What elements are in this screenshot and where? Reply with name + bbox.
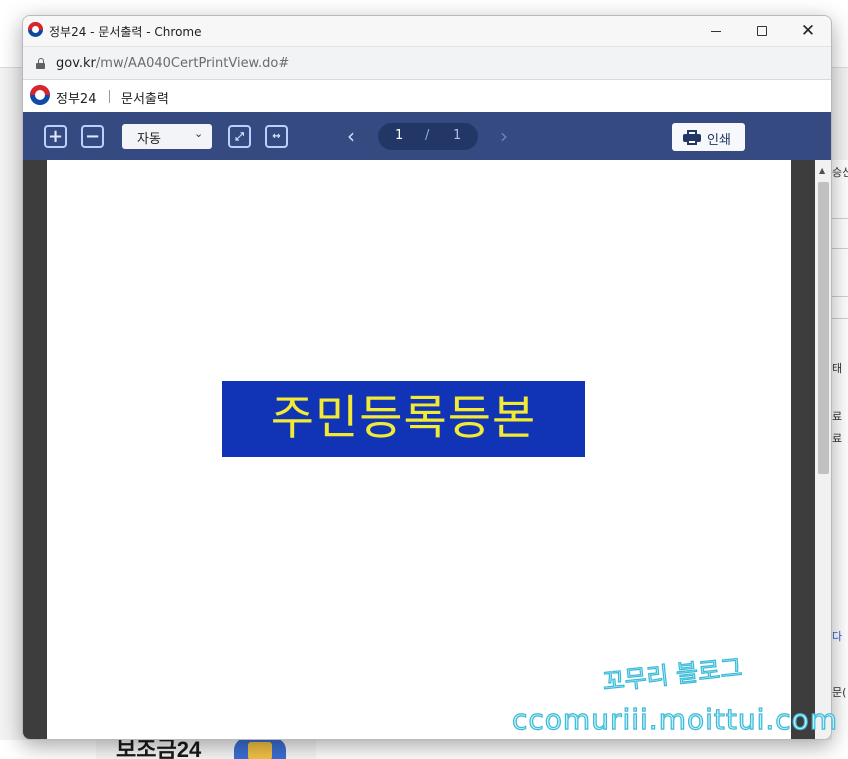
background-logo-icon xyxy=(234,738,286,759)
document-title: 주민등록등본 xyxy=(222,381,585,457)
expand-icon: ⤢ xyxy=(235,129,244,143)
minus-icon: − xyxy=(84,126,101,147)
print-label: 인쇄 xyxy=(707,133,731,148)
document-page: 주민등록등본 xyxy=(47,160,791,739)
background-text-fragment: 승신 xyxy=(832,166,848,179)
fit-width-button[interactable]: ↔ xyxy=(265,125,288,148)
page-separator: / xyxy=(425,128,430,143)
site-header: 정부24 문서출력 xyxy=(23,80,831,112)
zoom-select[interactable]: 자동 ⌄ xyxy=(122,124,212,149)
next-page-button[interactable]: › xyxy=(494,124,514,148)
document-viewport[interactable]: 주민등록등본 xyxy=(23,160,815,739)
chevron-right-icon: › xyxy=(500,124,508,148)
close-button[interactable]: ✕ xyxy=(785,16,831,46)
scroll-up-arrow-icon[interactable]: ▲ xyxy=(819,166,825,175)
print-button[interactable]: 인쇄 xyxy=(672,123,745,151)
total-pages: 1 xyxy=(453,128,462,143)
printer-icon xyxy=(683,130,701,145)
background-text-fragment: 료 xyxy=(832,410,843,423)
url-host: gov.kr xyxy=(56,56,96,71)
maximize-button[interactable] xyxy=(739,16,785,46)
background-right-edge: 승신 태 료 료 다 문( xyxy=(832,160,848,759)
background-divider xyxy=(832,318,848,319)
background-text-fragment: 문( xyxy=(832,686,847,699)
maximize-icon xyxy=(757,26,767,36)
lock-icon[interactable] xyxy=(36,58,45,69)
plus-icon: + xyxy=(47,126,64,147)
background-divider xyxy=(832,218,848,219)
address-bar[interactable]: gov.kr/mw/AA040CertPrintView.do# xyxy=(23,46,831,80)
chevron-down-icon: ⌄ xyxy=(194,127,204,140)
minimize-button[interactable] xyxy=(693,16,739,46)
zoom-out-button[interactable]: − xyxy=(81,125,104,148)
site-brand: 정부24 xyxy=(56,92,97,107)
pdf-toolbar: + − 자동 ⌄ ⤢ ↔ ‹ 1 / 1 › 인쇄 xyxy=(23,112,831,160)
current-page-input[interactable]: 1 xyxy=(395,128,403,143)
fit-page-button[interactable]: ⤢ xyxy=(228,125,251,148)
scrollbar-thumb[interactable] xyxy=(818,182,829,474)
background-text-fragment: 태 xyxy=(832,362,843,375)
chevron-left-icon: ‹ xyxy=(347,124,355,148)
window-title: 정부24 - 문서출력 - Chrome xyxy=(49,25,202,39)
page-indicator: 1 / 1 xyxy=(378,123,478,150)
zoom-in-button[interactable]: + xyxy=(44,125,67,148)
background-text-fragment: 료 xyxy=(832,432,843,445)
url-text[interactable]: gov.kr/mw/AA040CertPrintView.do# xyxy=(56,56,289,71)
url-path: /mw/AA040CertPrintView.do# xyxy=(95,56,290,71)
zoom-value: 자동 xyxy=(137,132,161,147)
minimize-icon xyxy=(711,30,721,32)
favicon-icon xyxy=(28,22,43,37)
header-divider xyxy=(109,90,110,103)
previous-page-button[interactable]: ‹ xyxy=(341,124,361,148)
vertical-scrollbar[interactable]: ▲ xyxy=(815,160,831,739)
window-titlebar[interactable]: 정부24 - 문서출력 - Chrome ✕ xyxy=(23,16,831,46)
page-title: 문서출력 xyxy=(121,92,169,107)
background-divider xyxy=(832,296,848,297)
gov24-logo-icon xyxy=(30,85,50,105)
popup-window: 정부24 - 문서출력 - Chrome ✕ gov.kr/mw/AA040Ce… xyxy=(22,15,832,740)
background-divider xyxy=(832,248,848,249)
arrows-horizontal-icon: ↔ xyxy=(272,131,281,142)
background-link-fragment: 다 xyxy=(832,630,843,643)
close-icon: ✕ xyxy=(800,20,816,41)
